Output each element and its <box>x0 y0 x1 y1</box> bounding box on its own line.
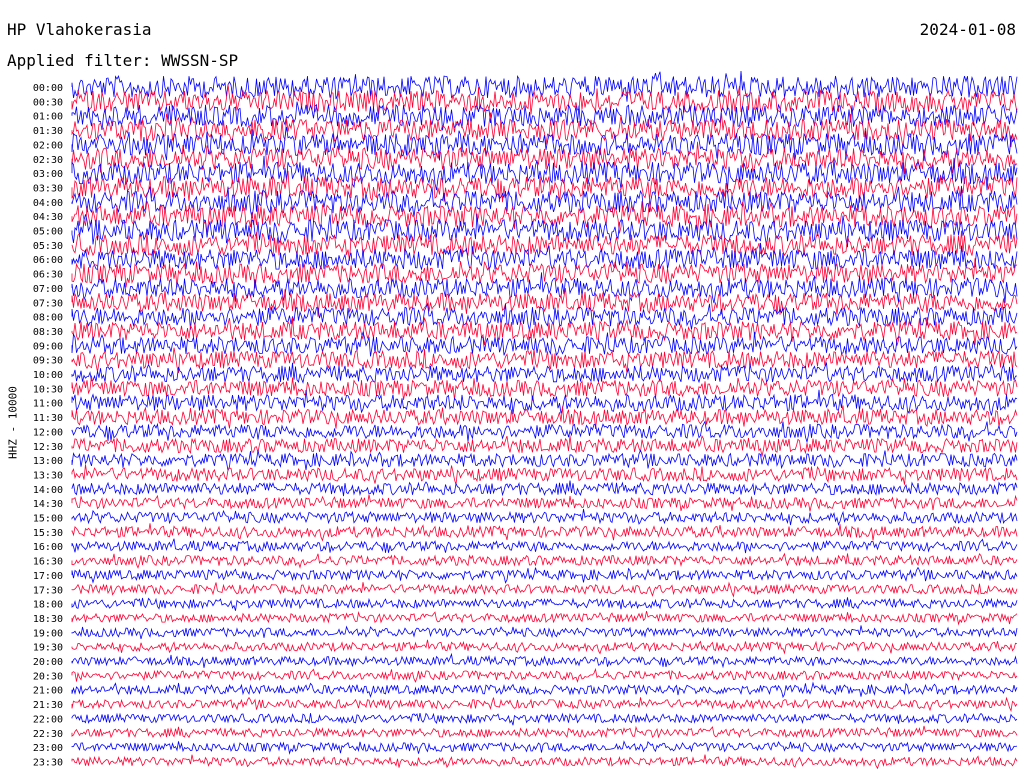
time-tick-label: 23:30 <box>33 757 63 768</box>
time-tick-label: 07:30 <box>33 298 63 309</box>
seismic-trace <box>71 552 1018 569</box>
seismic-trace <box>71 449 1018 473</box>
time-tick-label: 00:00 <box>33 83 63 94</box>
time-tick-label: 08:00 <box>33 313 63 324</box>
seismic-trace <box>71 610 1018 626</box>
time-tick-label: 18:30 <box>33 614 63 625</box>
seismic-trace <box>71 420 1018 444</box>
time-tick-label: 12:30 <box>33 442 63 453</box>
time-tick-label: 00:30 <box>33 97 63 108</box>
time-tick-label: 05:30 <box>33 241 63 252</box>
seismic-trace <box>71 754 1018 770</box>
time-tick-label: 12:00 <box>33 427 63 438</box>
time-tick-label: 10:30 <box>33 384 63 395</box>
time-tick-label: 22:30 <box>33 729 63 740</box>
time-tick-label: 16:00 <box>33 542 63 553</box>
seismic-trace <box>71 508 1018 526</box>
seismic-trace <box>71 625 1018 640</box>
time-tick-label: 17:00 <box>33 571 63 582</box>
seismic-trace <box>71 464 1018 485</box>
seismic-trace <box>71 405 1018 430</box>
seismic-trace <box>71 639 1018 655</box>
time-tick-label: 06:30 <box>33 270 63 281</box>
time-tick-label: 09:30 <box>33 356 63 367</box>
time-tick-label: 13:00 <box>33 456 63 467</box>
time-tick-label: 01:30 <box>33 126 63 137</box>
time-tick-label: 07:00 <box>33 284 63 295</box>
time-tick-label: 03:30 <box>33 183 63 194</box>
seismic-trace <box>71 712 1018 726</box>
time-tick-label: 20:30 <box>33 671 63 682</box>
time-tick-label: 21:30 <box>33 700 63 711</box>
time-tick-label: 04:00 <box>33 198 63 209</box>
seismic-trace <box>71 581 1018 598</box>
time-tick-label: 02:30 <box>33 155 63 166</box>
seismic-trace <box>71 566 1018 584</box>
time-tick-label: 15:30 <box>33 528 63 539</box>
time-tick-label: 09:00 <box>33 341 63 352</box>
time-tick-label: 19:00 <box>33 628 63 639</box>
time-tick-label: 14:00 <box>33 485 63 496</box>
seismic-trace <box>71 696 1018 713</box>
seismic-trace <box>71 652 1018 669</box>
seismic-trace <box>71 389 1018 416</box>
time-tick-label: 03:00 <box>33 169 63 180</box>
time-tick-label: 13:30 <box>33 470 63 481</box>
time-tick-label: 05:00 <box>33 227 63 238</box>
time-tick-label: 01:00 <box>33 112 63 123</box>
time-tick-label: 21:00 <box>33 686 63 697</box>
time-tick-label: 17:30 <box>33 585 63 596</box>
seismic-trace <box>71 597 1018 611</box>
seismic-trace <box>71 170 1018 203</box>
seismic-trace <box>71 316 1018 346</box>
time-tick-label: 23:00 <box>33 743 63 754</box>
time-tick-label: 22:00 <box>33 714 63 725</box>
seismic-trace <box>71 667 1018 683</box>
seismic-trace <box>71 434 1018 457</box>
time-tick-label: 20:00 <box>33 657 63 668</box>
time-tick-label: 08:30 <box>33 327 63 338</box>
seismogram-plot: 00:00 00:30 01:00 01:30 02:00 02:30 03:00 03:30… <box>33 70 1018 770</box>
seismic-trace <box>71 494 1018 512</box>
seismic-trace <box>71 725 1018 739</box>
time-tick-label: 06:00 <box>33 255 63 266</box>
time-tick-label: 04:30 <box>33 212 63 223</box>
time-tick-label: 10:00 <box>33 370 63 381</box>
seismic-trace <box>71 740 1018 755</box>
seismic-trace <box>71 480 1018 497</box>
seismic-trace <box>71 538 1018 554</box>
time-tick-label: 16:30 <box>33 557 63 568</box>
time-tick-label: 11:00 <box>33 399 63 410</box>
seismic-trace <box>71 681 1018 699</box>
time-tick-label: 11:30 <box>33 413 63 424</box>
time-tick-label: 19:30 <box>33 643 63 654</box>
time-tick-label: 02:00 <box>33 140 63 151</box>
time-tick-label: 14:30 <box>33 499 63 510</box>
time-tick-label: 18:00 <box>33 600 63 611</box>
seismic-trace <box>71 331 1018 357</box>
seismic-trace <box>71 523 1018 542</box>
time-tick-label: 15:00 <box>33 514 63 525</box>
